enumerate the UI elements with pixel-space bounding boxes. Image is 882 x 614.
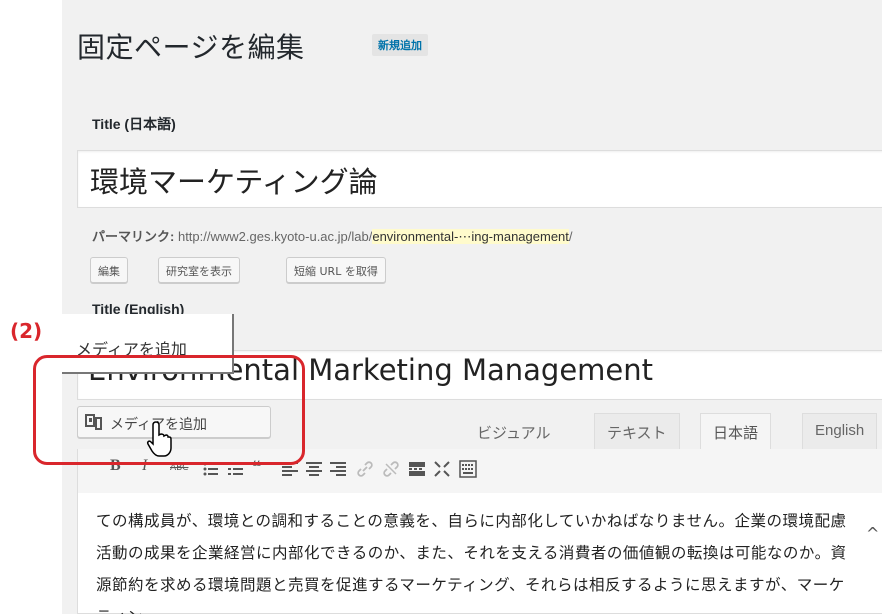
callout-number: (2) bbox=[10, 319, 43, 343]
permalink-trail: / bbox=[568, 229, 573, 244]
page-title: 固定ページを編集 bbox=[77, 31, 305, 64]
permalink-row: パーマリンク: http://www2.ges.kyoto-u.ac.jp/la… bbox=[92, 226, 573, 245]
permalink-edit-button[interactable]: 編集 bbox=[90, 257, 128, 283]
view-lab-button[interactable]: 研究室を表示 bbox=[158, 257, 240, 283]
link-icon[interactable] bbox=[357, 461, 373, 477]
permalink-base: http://www2.ges.kyoto-u.ac.jp/lab/ bbox=[177, 229, 373, 244]
tab-text[interactable]: テキスト bbox=[594, 413, 680, 450]
scroll-up-icon[interactable]: ^ bbox=[866, 524, 879, 543]
unlink-icon[interactable] bbox=[383, 461, 399, 477]
title-ja-value: 環境マーケティング論 bbox=[90, 165, 378, 199]
tab-visual[interactable]: ビジュアル bbox=[464, 413, 564, 450]
fullscreen-icon[interactable] bbox=[434, 461, 450, 477]
read-more-icon[interactable] bbox=[409, 461, 425, 477]
title-ja-input[interactable]: 環境マーケティング論 bbox=[77, 150, 882, 208]
editor-body-text: ての構成員が、環境との調和することの意義を、自らに内部化していかねばなりません。… bbox=[96, 512, 847, 614]
align-center-icon[interactable] bbox=[306, 461, 322, 477]
tab-lang-en[interactable]: English bbox=[802, 413, 878, 450]
align-right-icon[interactable] bbox=[330, 461, 346, 477]
screenshot: 固定ページを編集 新規追加 Title (日本語) 環境マーケティング論 パーマ… bbox=[0, 0, 882, 614]
toolbar-toggle-icon[interactable] bbox=[459, 460, 477, 478]
mouse-cursor-icon bbox=[147, 421, 172, 457]
permalink-label: パーマリンク: bbox=[92, 229, 175, 244]
permalink-slug[interactable]: environmental-⋯ing-management bbox=[372, 229, 569, 244]
add-new-button[interactable]: 新規追加 bbox=[372, 34, 428, 56]
get-shortlink-button[interactable]: 短縮 URL を取得 bbox=[286, 257, 386, 283]
title-ja-label: Title (日本語) bbox=[92, 116, 176, 132]
tab-lang-ja[interactable]: 日本語 bbox=[700, 413, 772, 450]
editor-content[interactable]: ての構成員が、環境との調和することの意義を、自らに内部化していかねばなりません。… bbox=[77, 493, 882, 614]
